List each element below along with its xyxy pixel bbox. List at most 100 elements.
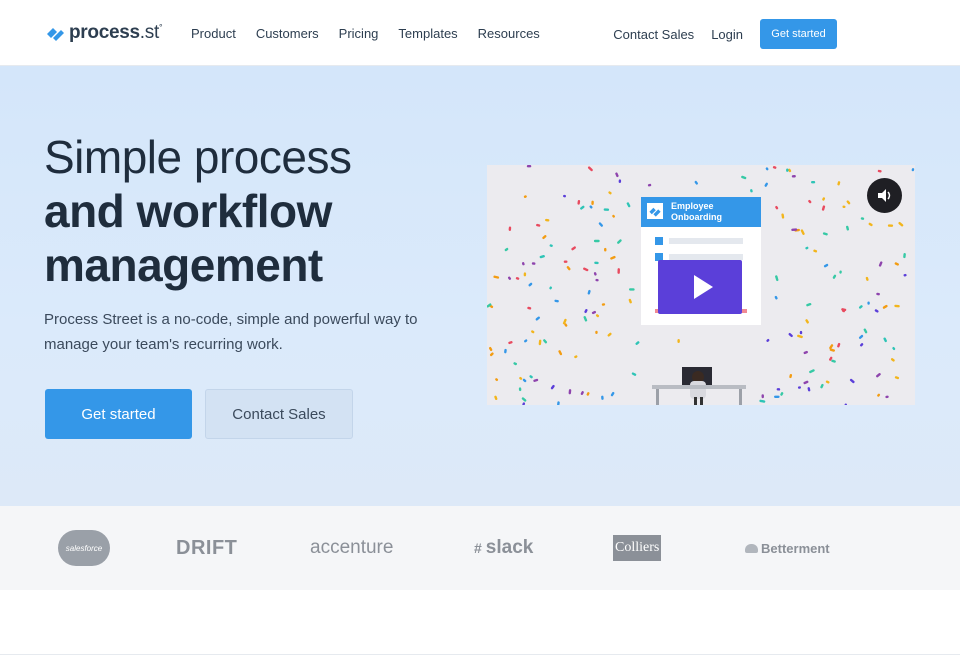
hero-get-started-button[interactable]: Get started (45, 389, 192, 439)
hero-video[interactable]: Employee Onboarding (487, 165, 915, 405)
video-play-button[interactable] (658, 260, 742, 314)
confetti-piece (558, 350, 563, 356)
confetti-piece (647, 183, 652, 187)
confetti-piece (858, 305, 863, 309)
confetti-piece (868, 222, 873, 227)
betterment-logo: Betterment (745, 506, 830, 590)
confetti-piece (522, 378, 527, 383)
confetti-piece (628, 298, 632, 304)
confetti-piece (821, 205, 826, 211)
confetti-piece (626, 202, 631, 208)
confetti-piece (882, 304, 888, 309)
hero-title-light: Simple process (44, 131, 352, 183)
confetti-piece (604, 247, 607, 252)
logo-text: process.st° (69, 22, 163, 43)
confetti-piece (504, 348, 507, 354)
confetti-piece (495, 378, 499, 382)
confetti-piece (876, 373, 881, 378)
confetti-piece (635, 341, 640, 345)
confetti-piece (885, 395, 889, 399)
confetti-piece (543, 339, 548, 344)
confetti-piece (837, 181, 841, 186)
confetti-piece (593, 272, 597, 276)
login-link[interactable]: Login (711, 27, 743, 42)
confetti-piece (568, 389, 572, 395)
confetti-piece (786, 168, 789, 172)
confetti-piece (903, 273, 907, 277)
confetti-piece (523, 195, 527, 198)
confetti-piece (892, 346, 896, 351)
confetti-piece (508, 341, 513, 345)
header-get-started-button[interactable]: Get started (760, 19, 837, 49)
confetti-piece (791, 175, 796, 178)
confetti-piece (550, 384, 555, 390)
confetti-piece (808, 199, 812, 204)
confetti-piece (586, 392, 590, 396)
confetti-piece (776, 388, 781, 391)
confetti-piece (549, 286, 553, 290)
confetti-piece (618, 179, 622, 184)
nav-templates[interactable]: Templates (398, 26, 457, 41)
confetti-piece (529, 375, 533, 379)
confetti-piece (849, 378, 855, 384)
desk-illustration (652, 367, 746, 405)
salesforce-logo: salesforce (58, 506, 110, 590)
confetti-piece (612, 214, 615, 218)
confetti-piece (805, 246, 809, 250)
confetti-piece (822, 197, 826, 201)
confetti-piece (877, 393, 881, 397)
confetti-piece (741, 175, 747, 180)
confetti-piece (577, 200, 581, 205)
nav-customers[interactable]: Customers (256, 26, 319, 41)
nav-pricing[interactable]: Pricing (339, 26, 379, 41)
onboarding-card-header: Employee Onboarding (641, 197, 761, 227)
confetti-piece (799, 330, 803, 335)
confetti-piece (545, 218, 550, 222)
process-street-logo[interactable]: process.st° (45, 22, 163, 44)
confetti-piece (813, 249, 818, 253)
confetti-piece (504, 247, 509, 252)
confetti-piece (571, 246, 576, 251)
checkbox-icon (655, 237, 663, 245)
confetti-piece (842, 205, 846, 208)
confetti-piece (589, 205, 593, 209)
confetti-piece (809, 369, 815, 374)
confetti-piece (554, 299, 559, 303)
confetti-piece (878, 261, 883, 267)
accenture-logo: accenture (310, 537, 394, 558)
confetti-piece (521, 262, 525, 266)
customer-logos: salesforce DRIFT accenture # slack Collie… (0, 506, 960, 590)
confetti-piece (863, 328, 868, 334)
confetti-piece (829, 348, 835, 352)
confetti-piece (617, 268, 620, 274)
confetti-piece (841, 308, 847, 312)
confetti-piece (549, 244, 553, 247)
contact-sales-link[interactable]: Contact Sales (613, 27, 694, 42)
confetti-piece (775, 275, 779, 282)
confetti-piece (508, 226, 512, 231)
nav-product[interactable]: Product (191, 26, 236, 41)
confetti-piece (493, 275, 500, 279)
confetti-piece (825, 380, 830, 384)
hero-title-bold: and workflow management (44, 185, 332, 291)
confetti-piece (837, 342, 841, 348)
header-actions: Contact Sales Login Get started (613, 19, 837, 49)
confetti-piece (591, 200, 594, 206)
confetti-piece (538, 339, 542, 346)
confetti-piece (513, 362, 517, 366)
confetti-piece (903, 252, 906, 259)
speaker-icon (878, 189, 891, 202)
video-sound-button[interactable] (867, 178, 902, 213)
confetti-piece (822, 232, 828, 236)
process-street-logo-icon (47, 28, 64, 41)
confetti-piece (765, 167, 769, 171)
confetti-piece (515, 277, 520, 280)
nav-resources[interactable]: Resources (478, 26, 540, 41)
confetti-piece (519, 376, 523, 380)
confetti-piece (591, 310, 597, 315)
confetti-piece (533, 378, 539, 382)
hero-contact-sales-button[interactable]: Contact Sales (205, 389, 353, 439)
confetti-piece (761, 394, 764, 399)
confetti-piece (610, 391, 615, 397)
colliers-logo: Colliers (613, 506, 662, 590)
